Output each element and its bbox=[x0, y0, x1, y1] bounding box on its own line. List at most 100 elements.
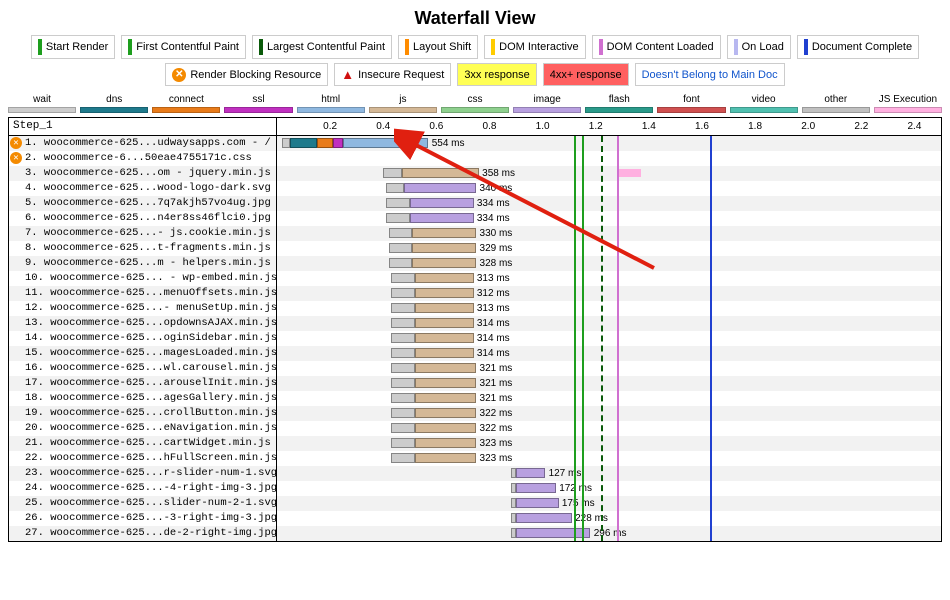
timing-bar bbox=[391, 438, 415, 448]
legend-row-1: Start RenderFirst Contentful PaintLarges… bbox=[0, 35, 950, 59]
timing-bar bbox=[391, 273, 415, 283]
legend-swatch bbox=[405, 39, 409, 55]
type-legend-item: font bbox=[657, 94, 725, 113]
waterfall-row[interactable]: 6. woocommerce-625...n4er8ss46flci0.jpg3… bbox=[9, 211, 941, 226]
legend-item: DOM Content Loaded bbox=[592, 35, 721, 59]
waterfall-row[interactable]: 15. woocommerce-625...magesLoaded.min.js… bbox=[9, 346, 941, 361]
timing-bar bbox=[333, 138, 344, 148]
duration-label: 328 ms bbox=[480, 256, 513, 271]
waterfall-row[interactable]: 16. woocommerce-625...wl.carousel.min.js… bbox=[9, 361, 941, 376]
timing-bar bbox=[415, 408, 476, 418]
waterfall-row[interactable]: 18. woocommerce-625...agesGallery.min.js… bbox=[9, 391, 941, 406]
waterfall-row[interactable]: 27. woocommerce-625...de-2-right-img.jpg… bbox=[9, 526, 941, 541]
duration-label: 127 ms bbox=[549, 466, 582, 481]
legend-swatch bbox=[734, 39, 738, 55]
waterfall-row[interactable]: 12. woocommerce-625...- menuSetUp.min.js… bbox=[9, 301, 941, 316]
resource-label: 3. woocommerce-625...om - jquery.min.js bbox=[9, 166, 277, 181]
timing-bar bbox=[404, 183, 476, 193]
render-block-icon: ✕ bbox=[10, 137, 22, 149]
timing-bar bbox=[391, 303, 415, 313]
timing-bar bbox=[391, 348, 415, 358]
duration-label: 296 ms bbox=[594, 526, 627, 541]
waterfall-row[interactable]: 21. woocommerce-625...cartWidget.min.js3… bbox=[9, 436, 941, 451]
waterfall-row[interactable]: 4. woocommerce-625...wood-logo-dark.svg3… bbox=[9, 181, 941, 196]
waterfall-row[interactable]: 3. woocommerce-625...om - jquery.min.js3… bbox=[9, 166, 941, 181]
legend-swatch bbox=[259, 39, 263, 55]
render-block-icon: ✕ bbox=[10, 152, 22, 164]
resource-label: 27. woocommerce-625...de-2-right-img.jpg bbox=[9, 526, 277, 541]
type-swatch bbox=[8, 107, 76, 113]
timing-bar bbox=[415, 348, 473, 358]
axis-tick: 0.6 bbox=[429, 118, 443, 135]
axis-tick: 1.0 bbox=[536, 118, 550, 135]
type-swatch bbox=[80, 107, 148, 113]
waterfall-row[interactable]: 22. woocommerce-625...hFullScreen.min.js… bbox=[9, 451, 941, 466]
waterfall-row[interactable]: 2. woocommerce-6...50eae4755171c.css✕ bbox=[9, 151, 941, 166]
duration-label: 340 ms bbox=[480, 181, 513, 196]
timing-bar bbox=[383, 168, 402, 178]
axis-tick: 2.0 bbox=[801, 118, 815, 135]
duration-label: 313 ms bbox=[477, 271, 510, 286]
waterfall-row[interactable]: 25. woocommerce-625...slider-num-2-1.svg… bbox=[9, 496, 941, 511]
timing-bar bbox=[516, 498, 558, 508]
legend-swatch bbox=[38, 39, 42, 55]
axis-tick: 2.2 bbox=[854, 118, 868, 135]
timing-bar bbox=[391, 288, 415, 298]
resource-label: 18. woocommerce-625...agesGallery.min.js bbox=[9, 391, 277, 406]
waterfall-row[interactable]: 5. woocommerce-625...7q7akjh57vo4ug.jpg3… bbox=[9, 196, 941, 211]
type-swatch bbox=[874, 107, 942, 113]
axis-tick: 0.4 bbox=[376, 118, 390, 135]
resource-label: 1. woocommerce-625...udwaysapps.com - /✕ bbox=[9, 136, 277, 151]
waterfall-row[interactable]: 20. woocommerce-625...eNavigation.min.js… bbox=[9, 421, 941, 436]
duration-label: 323 ms bbox=[480, 436, 513, 451]
duration-label: 172 ms bbox=[559, 481, 592, 496]
resource-label: 10. woocommerce-625... - wp-embed.min.js bbox=[9, 271, 277, 286]
axis-tick: 0.8 bbox=[483, 118, 497, 135]
duration-label: 314 ms bbox=[477, 316, 510, 331]
legend-item: DOM Interactive bbox=[484, 35, 585, 59]
timing-bar bbox=[415, 303, 473, 313]
duration-label: 554 ms bbox=[432, 136, 465, 151]
legend-item: Layout Shift bbox=[398, 35, 478, 59]
resource-label: 7. woocommerce-625...- js.cookie.min.js bbox=[9, 226, 277, 241]
waterfall-row[interactable]: 26. woocommerce-625...-3-right-img-3.jpg… bbox=[9, 511, 941, 526]
timing-bar bbox=[391, 333, 415, 343]
timing-bar bbox=[516, 468, 545, 478]
duration-label: 314 ms bbox=[477, 346, 510, 361]
waterfall-row[interactable]: 10. woocommerce-625... - wp-embed.min.js… bbox=[9, 271, 941, 286]
waterfall-row[interactable]: 1. woocommerce-625...udwaysapps.com - /✕… bbox=[9, 136, 941, 151]
type-swatch bbox=[585, 107, 653, 113]
resource-label: 2. woocommerce-6...50eae4755171c.css✕ bbox=[9, 151, 277, 166]
timing-bar bbox=[410, 198, 474, 208]
type-legend-item: html bbox=[297, 94, 365, 113]
waterfall-row[interactable]: 13. woocommerce-625...opdownsAJAX.min.js… bbox=[9, 316, 941, 331]
waterfall-row[interactable]: 23. woocommerce-625...r-slider-num-1.svg… bbox=[9, 466, 941, 481]
timing-bar bbox=[402, 168, 479, 178]
duration-label: 322 ms bbox=[480, 406, 513, 421]
waterfall-row[interactable]: 9. woocommerce-625...m - helpers.min.js3… bbox=[9, 256, 941, 271]
type-legend-item: ssl bbox=[224, 94, 292, 113]
waterfall-row[interactable]: 19. woocommerce-625...crollButton.min.js… bbox=[9, 406, 941, 421]
type-swatch bbox=[657, 107, 725, 113]
step-label: Step_1 bbox=[9, 118, 277, 135]
axis-tick: 0.2 bbox=[323, 118, 337, 135]
waterfall-row[interactable]: 7. woocommerce-625...- js.cookie.min.js3… bbox=[9, 226, 941, 241]
type-legend-item: JS Execution bbox=[874, 94, 942, 113]
resource-label: 25. woocommerce-625...slider-num-2-1.svg bbox=[9, 496, 277, 511]
timing-bar bbox=[386, 183, 405, 193]
waterfall-row[interactable]: 17. woocommerce-625...arouselInit.min.js… bbox=[9, 376, 941, 391]
timing-bar bbox=[391, 453, 415, 463]
type-legend-item: other bbox=[802, 94, 870, 113]
waterfall-row[interactable]: 14. woocommerce-625...oginSidebar.min.js… bbox=[9, 331, 941, 346]
resource-label: 22. woocommerce-625...hFullScreen.min.js bbox=[9, 451, 277, 466]
legend-not-main-doc[interactable]: Doesn't Belong to Main Doc bbox=[635, 63, 785, 86]
type-legend-item: js bbox=[369, 94, 437, 113]
timing-bar bbox=[389, 258, 413, 268]
type-legend-item: dns bbox=[80, 94, 148, 113]
waterfall-row[interactable]: 8. woocommerce-625...t-fragments.min.js3… bbox=[9, 241, 941, 256]
timing-bar bbox=[412, 243, 476, 253]
waterfall-row[interactable]: 11. woocommerce-625...menuOffsets.min.js… bbox=[9, 286, 941, 301]
timing-bar bbox=[415, 393, 476, 403]
timing-bar bbox=[389, 228, 413, 238]
waterfall-row[interactable]: 24. woocommerce-625...-4-right-img-3.jpg… bbox=[9, 481, 941, 496]
